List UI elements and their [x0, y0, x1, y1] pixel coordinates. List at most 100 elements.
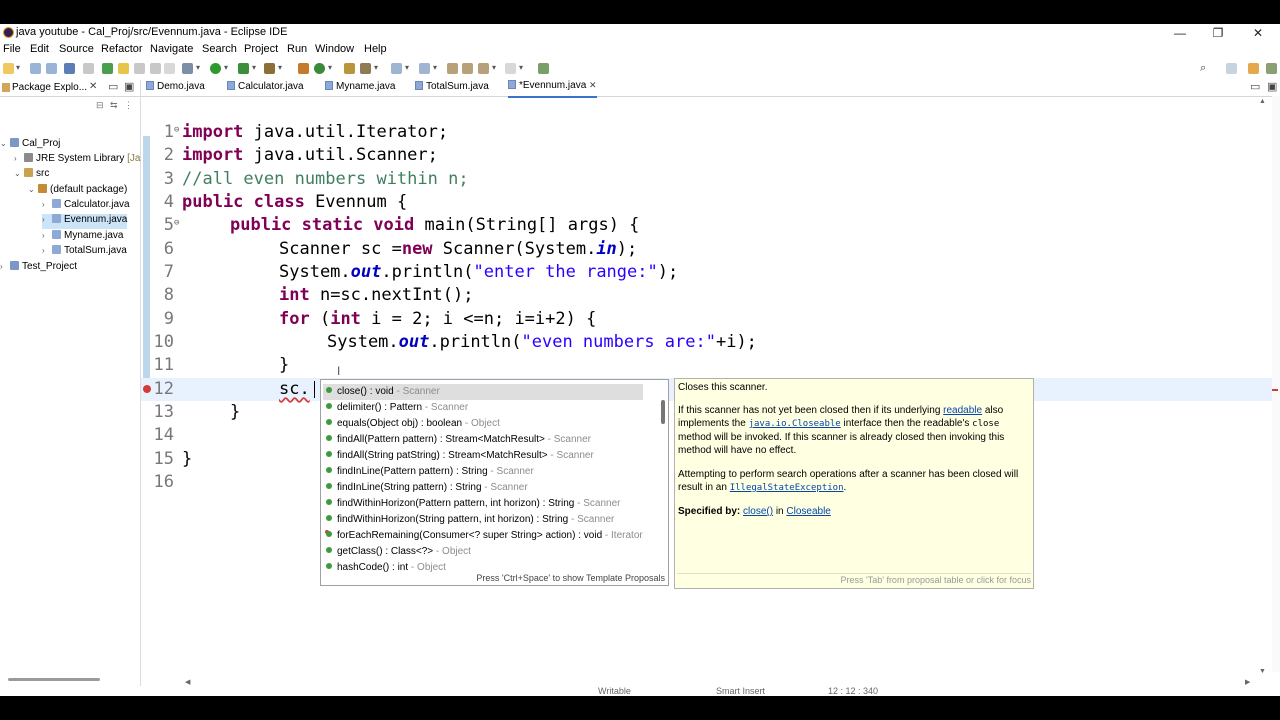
close-method-link[interactable]: close() [743, 506, 773, 517]
menu-window[interactable]: Window [315, 43, 354, 55]
search-icon[interactable]: ⌕ [1200, 62, 1206, 75]
proposal-item[interactable]: findWithinHorizon(Pattern pattern, int h… [323, 496, 643, 512]
last-edit-icon[interactable] [447, 63, 458, 74]
horizontal-scrollbar[interactable] [8, 678, 100, 681]
new-java-class-icon[interactable] [314, 63, 325, 74]
coverage-dropdown-icon[interactable]: ▾ [252, 63, 256, 72]
toggle-mark-icon[interactable] [102, 63, 113, 74]
vertical-scrollbar[interactable]: ▲ ▼ [1259, 98, 1266, 678]
scroll-right-icon[interactable]: ▶ [1245, 678, 1250, 686]
expand-arrow-icon[interactable]: › [42, 246, 52, 255]
fold-icon[interactable]: ⊖ [174, 119, 179, 142]
minimize-editor-icon[interactable]: ▭ [1250, 80, 1260, 93]
expand-arrow-icon[interactable]: › [42, 231, 52, 240]
word-wrap-icon[interactable] [150, 63, 161, 74]
external-tools-icon[interactable] [264, 63, 275, 74]
tree-item-myname[interactable]: › Myname.java [42, 230, 123, 245]
code-line[interactable]: 3//all even numbers within n; [141, 168, 1280, 191]
save-icon[interactable] [30, 63, 41, 74]
tree-item-evennum[interactable]: › Evennum.java [42, 214, 128, 229]
menu-run[interactable]: Run [287, 43, 307, 55]
code-line[interactable]: 10 System.out.println("even numbers are:"… [141, 331, 1280, 354]
tab-evennum-java[interactable]: *Evennum.java ✕ [508, 80, 597, 98]
tree-item-test-project[interactable]: › Test_Project [0, 261, 77, 276]
new-icon[interactable] [3, 63, 14, 74]
close-window-button[interactable]: ✕ [1240, 24, 1276, 42]
scroll-left-icon[interactable]: ◀ [185, 678, 190, 686]
readable-link[interactable]: readable [943, 405, 982, 416]
pin-editor-icon[interactable] [538, 63, 549, 74]
new-java-package-icon[interactable] [298, 63, 309, 74]
minimize-view-icon[interactable]: ▭ [108, 80, 118, 93]
code-line[interactable]: 2 import java.util.Scanner; [141, 144, 1280, 167]
proposal-item[interactable]: delimiter() : Pattern - Scanner [323, 400, 643, 416]
collapse-arrow-icon[interactable]: ⌄ [14, 169, 24, 178]
scroll-down-icon[interactable]: ▼ [1259, 668, 1266, 675]
proposal-item[interactable]: forEachRemaining(Consumer<? super String… [323, 528, 643, 544]
expand-arrow-icon[interactable]: › [42, 200, 52, 209]
back-dropdown-icon[interactable]: ▾ [492, 63, 496, 72]
close-tab-icon[interactable]: ✕ [589, 80, 597, 90]
code-line[interactable]: 1 ⊖ import java.util.Iterator; [141, 121, 1280, 144]
overview-ruler[interactable] [1272, 96, 1280, 672]
code-line[interactable]: 6 Scanner sc =new Scanner(System.in); [141, 238, 1280, 261]
tree-item-calculator[interactable]: › Calculator.java [42, 199, 130, 214]
menu-refactor[interactable]: Refactor [101, 43, 143, 55]
new-class-dropdown-icon[interactable]: ▾ [328, 63, 332, 72]
scroll-up-icon[interactable]: ▲ [1259, 98, 1266, 105]
code-line[interactable]: 7 System.out.println("enter the range:"); [141, 261, 1280, 284]
proposal-item[interactable]: findInLine(Pattern pattern) : String - S… [323, 464, 643, 480]
menu-navigate[interactable]: Navigate [150, 43, 193, 55]
next-annotation-icon[interactable] [391, 63, 402, 74]
menu-help[interactable]: Help [364, 43, 387, 55]
new-dropdown-icon[interactable]: ▾ [16, 63, 20, 72]
menu-file[interactable]: File [3, 43, 21, 55]
coverage-icon[interactable] [238, 63, 249, 74]
proposal-item[interactable]: getClass() : Class<?> - Object [323, 544, 643, 560]
proposal-item[interactable]: findAll(String patString) : Stream<Match… [323, 448, 643, 464]
tab-myname-java[interactable]: Myname.java [325, 81, 395, 92]
error-overview-marker[interactable] [1272, 389, 1278, 391]
expand-arrow-icon[interactable]: › [0, 262, 10, 271]
fold-icon[interactable]: ⊖ [174, 212, 179, 235]
collapse-arrow-icon[interactable]: ⌄ [0, 139, 10, 148]
forward-dropdown-icon[interactable]: ▾ [519, 63, 523, 72]
tree-item-src[interactable]: ⌄ src [14, 168, 49, 183]
highlight-icon[interactable] [118, 63, 129, 74]
close-tab-icon[interactable]: ✕ [89, 81, 97, 92]
menu-source[interactable]: Source [59, 43, 94, 55]
view-menu-icon[interactable]: ⋮ [124, 100, 133, 111]
expand-arrow-icon[interactable]: › [14, 154, 24, 163]
menu-edit[interactable]: Edit [30, 43, 49, 55]
proposal-scrollbar[interactable] [661, 400, 665, 424]
back-icon[interactable] [478, 63, 489, 74]
menu-search[interactable]: Search [202, 43, 237, 55]
code-line[interactable]: 9 for (int i = 2; i <=n; i=i+2) { [141, 308, 1280, 331]
collapse-all-icon[interactable]: ⊟ [96, 100, 104, 111]
proposal-item[interactable]: findAll(Pattern pattern) : Stream<MatchR… [323, 432, 643, 448]
minimize-button[interactable]: — [1162, 24, 1198, 42]
menu-project[interactable]: Project [244, 43, 278, 55]
terminal-icon[interactable] [64, 63, 75, 74]
error-marker-icon[interactable] [143, 385, 151, 393]
previous-annotation-icon[interactable] [419, 63, 430, 74]
link-editor-icon[interactable]: ⇆ [110, 100, 118, 111]
search-tool-icon[interactable] [360, 63, 371, 74]
code-line[interactable]: 8 int n=sc.nextInt(); [141, 284, 1280, 307]
forward-icon[interactable] [505, 63, 516, 74]
external-tools-dropdown-icon[interactable]: ▾ [278, 63, 282, 72]
show-whitespace-icon[interactable] [164, 63, 175, 74]
run-dropdown-icon[interactable]: ▾ [224, 63, 228, 72]
java-perspective-icon[interactable] [1248, 63, 1259, 74]
debug-dropdown-icon[interactable]: ▾ [196, 63, 200, 72]
block-selection-icon[interactable] [134, 63, 145, 74]
tab-calculator-java[interactable]: Calculator.java [227, 81, 304, 92]
illegal-state-exception-link[interactable]: IllegalStateException [730, 483, 844, 493]
tab-totalsum-java[interactable]: TotalSum.java [415, 81, 489, 92]
editor-horizontal-scrollbar[interactable]: ◀ ▶ [185, 678, 1255, 686]
search-dropdown-icon[interactable]: ▾ [374, 63, 378, 72]
tab-demo-java[interactable]: Demo.java [146, 81, 205, 92]
javadoc-popup[interactable]: Closes this scanner. If this scanner has… [674, 378, 1034, 589]
tree-item-cal-proj[interactable]: ⌄ Cal_Proj [0, 138, 60, 153]
code-line[interactable]: 4 public class Evennum { [141, 191, 1280, 214]
